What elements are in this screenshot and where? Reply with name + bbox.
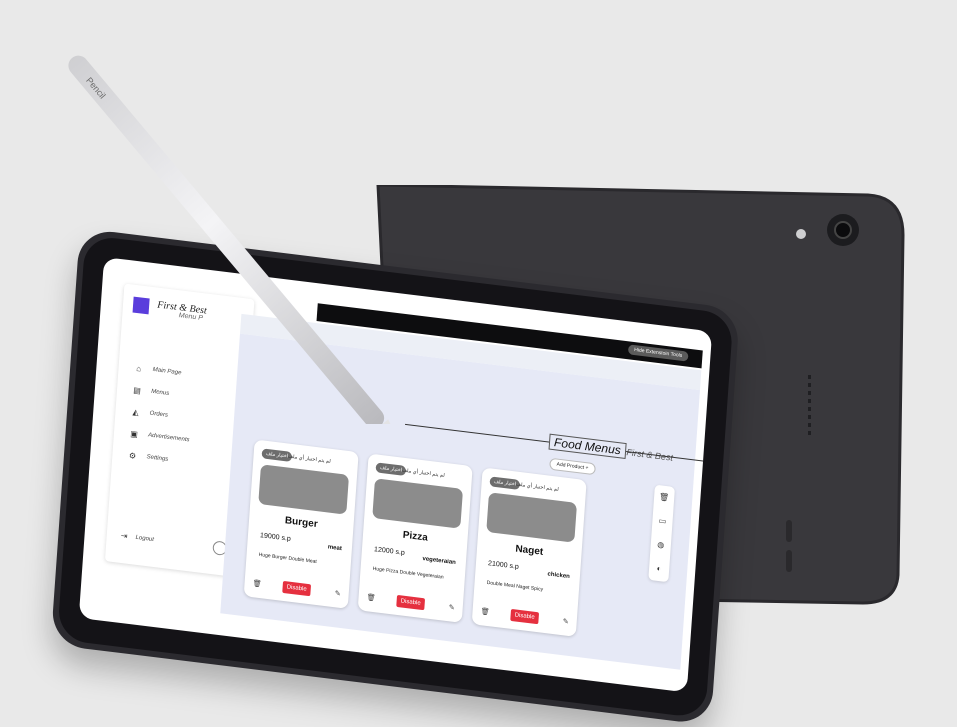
no-file-label: لم يتم اختيار أي ملف <box>287 453 331 465</box>
disable-button[interactable]: Disable <box>510 608 540 625</box>
product-name: Burger <box>284 515 319 531</box>
product-price: 19000 s.p <box>259 532 292 543</box>
product-price: 12000 s.p <box>373 546 406 557</box>
product-description: Huge Burger Double Meat <box>258 551 317 566</box>
extension-tools-strip: 🗑 ▭ ◍ ◐ <box>648 484 675 583</box>
product-price: 21000 s.p <box>487 560 520 571</box>
product-image-placeholder <box>486 492 578 543</box>
logout-icon: ⇥ <box>120 531 128 541</box>
product-image-placeholder <box>372 478 464 529</box>
disable-button[interactable]: Disable <box>282 580 312 597</box>
product-name: Pizza <box>402 529 429 544</box>
add-product-button[interactable]: Add Product + <box>549 457 596 476</box>
trash-icon[interactable]: 🗑 <box>480 607 489 616</box>
logout-button[interactable]: ⇥ Logout <box>121 531 155 544</box>
trash-icon[interactable]: 🗑 <box>366 593 375 602</box>
product-image-placeholder <box>258 464 350 515</box>
no-file-label: لم يتم اختيار أي ملف <box>401 467 445 479</box>
trash-icon[interactable]: 🗑 <box>653 485 675 511</box>
logout-label: Logout <box>135 534 155 543</box>
hide-extension-tools-button[interactable]: Hide Extenstoin Tools <box>627 344 689 362</box>
pencil-edit-icon[interactable]: ✎ <box>448 603 454 612</box>
product-card-burger: اختيار ملف لم يتم اختيار أي ملف Burger 1… <box>243 439 359 609</box>
pencil-edit-icon[interactable]: ✎ <box>334 589 340 598</box>
product-description: Double Meal Naget Spicy <box>486 579 544 593</box>
ads-icon: ▣ <box>129 428 139 439</box>
contrast-icon[interactable]: ◐ <box>648 556 670 582</box>
page-title: Food Menus <box>548 433 627 459</box>
product-card-naget: اختيار ملف لم يتم اختيار أي ملف Naget 21… <box>471 467 587 637</box>
product-description: Huge Pizza Double Vegeteraian <box>372 565 444 581</box>
product-card-pizza: اختيار ملف لم يتم اختيار أي ملف Pizza 12… <box>357 453 473 623</box>
product-name: Naget <box>515 543 544 558</box>
product-category: chicken <box>547 571 571 581</box>
trash-icon[interactable]: 🗑 <box>252 579 261 588</box>
product-category: vegeteraian <box>422 556 457 567</box>
stylus: Pencil <box>68 55 402 424</box>
no-file-label: لم يتم اختيار أي ملف <box>515 481 559 493</box>
note-icon[interactable]: ▭ <box>652 508 674 534</box>
sidebar-item-label: Advertisements <box>147 432 190 444</box>
gear-icon: ⚙ <box>128 450 137 461</box>
product-category: meat <box>327 544 343 553</box>
pencil-edit-icon[interactable]: ✎ <box>562 617 568 626</box>
sidebar-item-label: Settings <box>146 454 169 463</box>
globe-icon[interactable]: ◍ <box>650 532 672 558</box>
disable-button[interactable]: Disable <box>396 594 426 611</box>
